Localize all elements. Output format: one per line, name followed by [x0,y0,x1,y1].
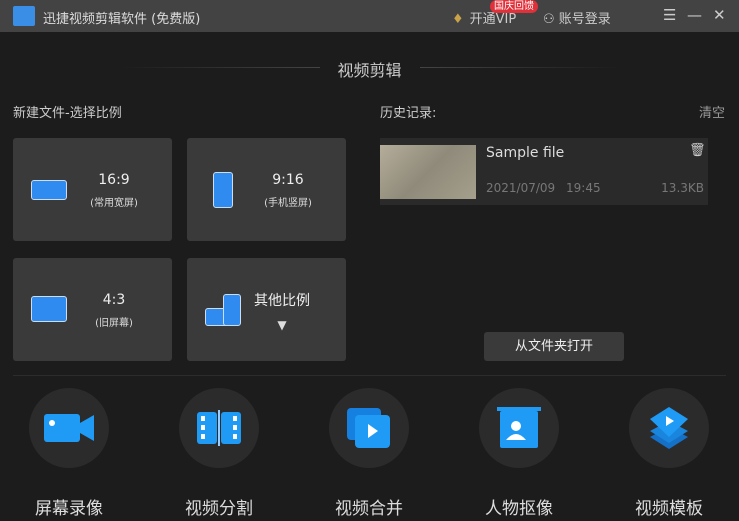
menu-button[interactable]: ☰ [663,6,676,24]
portrait-phone-icon [213,172,233,208]
tool-label: 视频模板 [635,499,703,519]
tool-label: 视频分割 [185,499,253,519]
divider [13,375,726,376]
app-title: 迅捷视频剪辑软件 (免费版) [43,12,201,27]
ratio-card-16-9[interactable]: 16:9 (常用宽屏) [13,138,172,241]
login-button[interactable]: ⚇ 账号登录 [543,8,611,27]
other-ratio-icon-2 [223,294,241,326]
ratio-card-9-16[interactable]: 9:16 (手机竖屏) [187,138,346,241]
tool-video-split[interactable]: 视频分割 [159,388,279,519]
tool-video-template[interactable]: 视频模板 [609,388,729,519]
title-bar: 迅捷视频剪辑软件 (免费版) ♦ 开通VIP 国庆回馈 ⚇ 账号登录 ☰ — ✕ [0,0,739,32]
tool-label: 视频合并 [335,499,403,519]
vip-label: 开通VIP [469,12,517,27]
template-icon [650,407,688,449]
file-size: 13.3KB [661,181,704,195]
minimize-button[interactable]: — [687,6,702,24]
tool-portrait-cutout[interactable]: 人物抠像 [459,388,579,519]
app-logo-icon [13,6,35,26]
trash-icon[interactable]: 🗑 [689,143,706,158]
close-button[interactable]: ✕ [713,6,726,24]
tool-screen-record[interactable]: 屏幕录像 [9,388,129,519]
file-time: 19:45 [566,181,601,195]
ratio-label: 4:3 [102,292,126,308]
page-title: 视频剪辑 [337,61,402,80]
landscape-icon [31,180,67,200]
merge-icon [347,408,390,448]
history-item[interactable]: Sample file 🗑 2021/07/09 19:45 13.3KB [380,138,708,205]
user-icon: ⚇ [543,12,559,27]
ratio-label: 其他比例 [254,293,310,309]
promo-badge: 国庆回馈 [490,0,538,13]
history-label: 历史记录: [380,106,437,121]
ratio-sub: (常用宽屏) [90,198,138,209]
ratio-label: 16:9 [98,172,130,188]
ratio-sub: (手机竖屏) [264,198,312,209]
file-name: Sample file [486,145,565,161]
file-date: 2021/07/09 [486,181,556,195]
ratio-card-4-3[interactable]: 4:3 (旧屏幕) [13,258,172,361]
tool-video-merge[interactable]: 视频合并 [309,388,429,519]
tool-label: 屏幕录像 [35,499,103,519]
new-file-label: 新建文件-选择比例 [13,106,122,121]
dropdown-arrow-icon[interactable]: ▼ [247,318,317,332]
screen-icon [31,296,67,322]
camera-icon [44,414,94,442]
ratio-sub: (旧屏幕) [95,318,133,329]
ratio-label: 9:16 [272,172,304,188]
tool-label: 人物抠像 [485,499,553,519]
ratio-card-other[interactable]: 其他比例 ▼ [187,258,346,361]
portrait-icon [497,407,541,448]
open-folder-button[interactable]: 从文件夹打开 [484,332,624,361]
split-icon [197,410,241,446]
vip-diamond-icon: ♦ [452,12,464,27]
clear-history-button[interactable]: 清空 [699,102,725,121]
login-label: 账号登录 [558,12,611,27]
video-thumbnail [380,145,476,199]
